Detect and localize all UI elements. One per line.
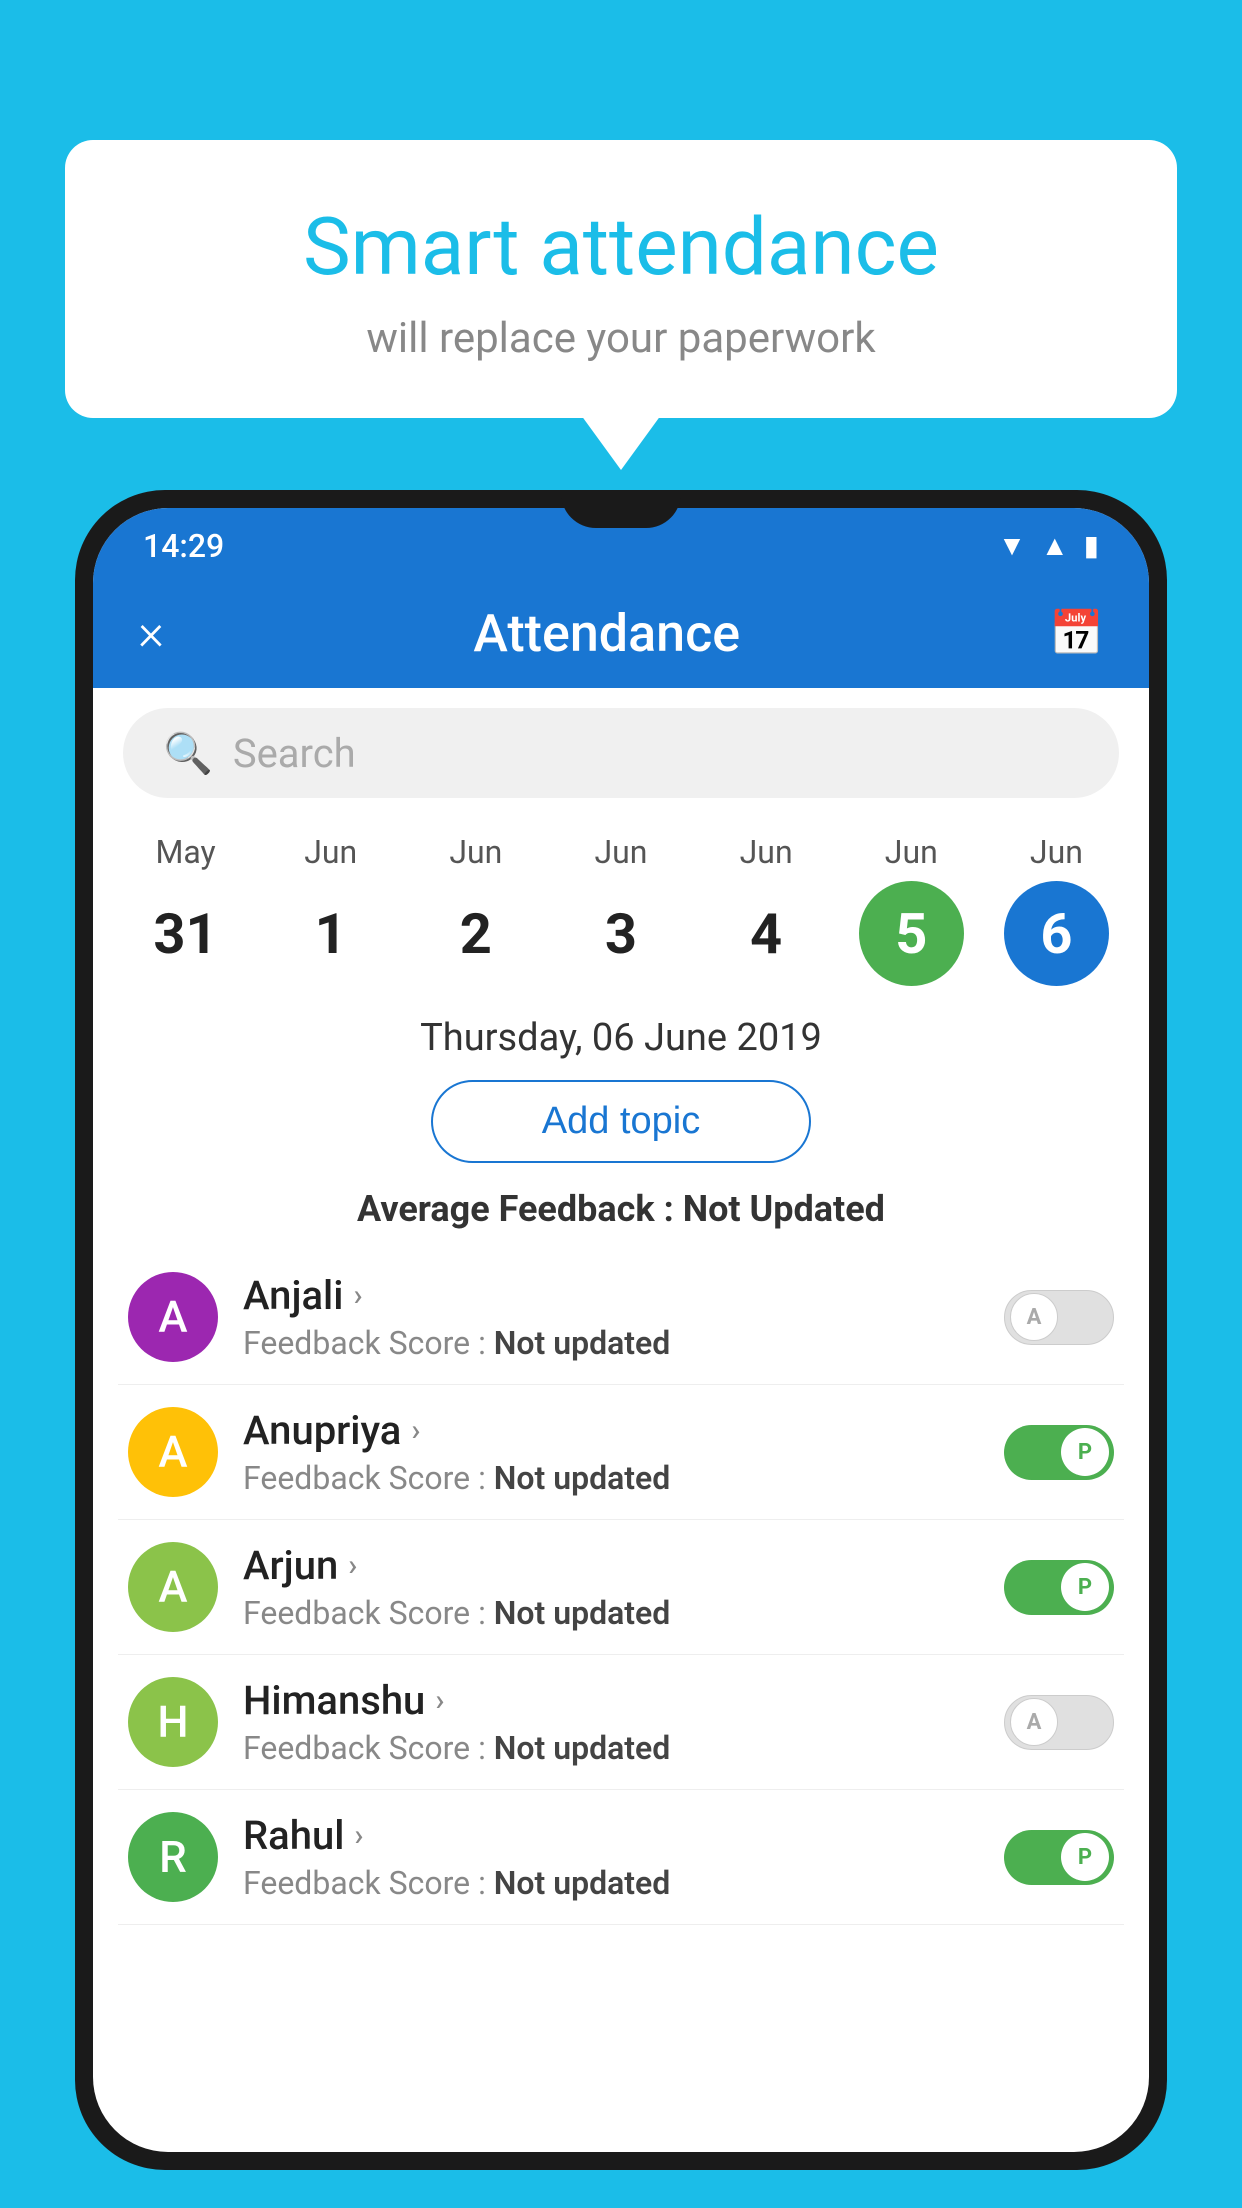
bubble-title: Smart attendance: [125, 200, 1117, 294]
cal-month-label: May: [155, 833, 215, 871]
attendance-toggle[interactable]: P: [1004, 1830, 1114, 1885]
avg-feedback-label: Average Feedback :: [357, 1188, 683, 1230]
student-feedback: Feedback Score : Not updated: [243, 1864, 1004, 1902]
calendar-day-4[interactable]: Jun 4: [701, 833, 831, 986]
feedback-value: Not updated: [494, 1324, 671, 1362]
feedback-value: Not updated: [494, 1459, 671, 1497]
add-topic-button[interactable]: Add topic: [431, 1080, 811, 1163]
chevron-right-icon: ›: [435, 1683, 444, 1718]
student-item-2[interactable]: A Arjun › Feedback Score : Not updated P: [118, 1520, 1124, 1655]
phone-container: 14:29 ▼ ▲ ▮ × Attendance 📅 🔍 Search Ma: [75, 490, 1167, 2208]
status-time: 14:29: [143, 527, 224, 565]
attendance-toggle[interactable]: A: [1004, 1695, 1114, 1750]
app-bar-title: Attendance: [473, 603, 740, 664]
cal-month-label: Jun: [449, 833, 502, 871]
signal-icon: ▲: [1041, 529, 1069, 562]
student-name: Anjali ›: [243, 1272, 1004, 1319]
calendar-icon[interactable]: 📅: [1049, 607, 1104, 659]
calendar-day-1[interactable]: Jun 1: [266, 833, 396, 986]
phone-inner: 14:29 ▼ ▲ ▮ × Attendance 📅 🔍 Search Ma: [93, 508, 1149, 2152]
feedback-value: Not updated: [494, 1594, 671, 1632]
toggle-switch[interactable]: P: [1004, 1830, 1114, 1885]
phone-notch: [561, 490, 681, 528]
calendar-day-5[interactable]: Jun 5: [846, 833, 976, 986]
student-avatar: A: [128, 1272, 218, 1362]
toggle-thumb: A: [1010, 1293, 1058, 1341]
cal-month-label: Jun: [595, 833, 648, 871]
cal-month-label: Jun: [1030, 833, 1083, 871]
student-feedback: Feedback Score : Not updated: [243, 1594, 1004, 1632]
search-bar[interactable]: 🔍 Search: [123, 708, 1119, 798]
search-placeholder: Search: [233, 730, 356, 777]
cal-date-number: 5: [859, 881, 964, 986]
bubble-subtitle: will replace your paperwork: [125, 314, 1117, 363]
cal-date-number: 2: [423, 881, 528, 986]
cal-date-number: 1: [278, 881, 383, 986]
cal-date-number: 6: [1004, 881, 1109, 986]
battery-icon: ▮: [1084, 529, 1099, 562]
calendar-day-3[interactable]: Jun 3: [556, 833, 686, 986]
toggle-switch[interactable]: P: [1004, 1425, 1114, 1480]
close-button[interactable]: ×: [138, 604, 164, 662]
toggle-switch[interactable]: A: [1004, 1290, 1114, 1345]
student-name: Arjun ›: [243, 1542, 1004, 1589]
toggle-switch[interactable]: P: [1004, 1560, 1114, 1615]
feedback-value: Not updated: [494, 1864, 671, 1902]
student-feedback: Feedback Score : Not updated: [243, 1324, 1004, 1362]
student-info: Anjali › Feedback Score : Not updated: [243, 1272, 1004, 1362]
attendance-toggle[interactable]: P: [1004, 1560, 1114, 1615]
toggle-thumb: A: [1010, 1698, 1058, 1746]
student-item-0[interactable]: AAnjali ›Feedback Score : Not updatedA: [118, 1250, 1124, 1385]
feedback-value: Not updated: [494, 1729, 671, 1767]
student-avatar: A: [128, 1542, 218, 1632]
student-item-4[interactable]: R Rahul › Feedback Score : Not updated P: [118, 1790, 1124, 1925]
cal-month-label: Jun: [304, 833, 357, 871]
chevron-right-icon: ›: [353, 1278, 362, 1313]
student-name: Rahul ›: [243, 1812, 1004, 1859]
student-item-3[interactable]: H Himanshu › Feedback Score : Not updatedA: [118, 1655, 1124, 1790]
toggle-thumb: P: [1061, 1428, 1109, 1476]
student-list: AAnjali ›Feedback Score : Not updatedAAA…: [93, 1250, 1149, 1925]
wifi-icon: ▼: [998, 529, 1026, 562]
status-icons: ▼ ▲ ▮: [998, 529, 1099, 562]
selected-date-label: Thursday, 06 June 2019: [93, 1016, 1149, 1060]
toggle-switch[interactable]: A: [1004, 1695, 1114, 1750]
student-info: Himanshu › Feedback Score : Not updated: [243, 1677, 1004, 1767]
speech-bubble-container: Smart attendance will replace your paper…: [65, 140, 1177, 418]
attendance-toggle[interactable]: A: [1004, 1290, 1114, 1345]
chevron-right-icon: ›: [354, 1818, 363, 1853]
average-feedback: Average Feedback : Not Updated: [93, 1188, 1149, 1230]
cal-month-label: Jun: [885, 833, 938, 871]
toggle-thumb: P: [1061, 1563, 1109, 1611]
speech-bubble: Smart attendance will replace your paper…: [65, 140, 1177, 418]
student-info: Anupriya › Feedback Score : Not updated: [243, 1407, 1004, 1497]
calendar-day-0[interactable]: May 31: [121, 833, 251, 986]
student-name: Himanshu ›: [243, 1677, 1004, 1724]
student-avatar: A: [128, 1407, 218, 1497]
student-feedback: Feedback Score : Not updated: [243, 1459, 1004, 1497]
student-avatar: H: [128, 1677, 218, 1767]
chevron-right-icon: ›: [348, 1548, 357, 1583]
search-icon: 🔍: [163, 730, 213, 777]
student-info: Rahul › Feedback Score : Not updated: [243, 1812, 1004, 1902]
chevron-right-icon: ›: [411, 1413, 420, 1448]
app-bar: × Attendance 📅: [93, 578, 1149, 688]
cal-date-number: 3: [568, 881, 673, 986]
student-item-1[interactable]: A Anupriya › Feedback Score : Not updated P: [118, 1385, 1124, 1520]
cal-date-number: 4: [714, 881, 819, 986]
phone-outer: 14:29 ▼ ▲ ▮ × Attendance 📅 🔍 Search Ma: [75, 490, 1167, 2170]
calendar-day-6[interactable]: Jun 6: [991, 833, 1121, 986]
toggle-thumb: P: [1061, 1833, 1109, 1881]
cal-month-label: Jun: [740, 833, 793, 871]
student-name: Anupriya ›: [243, 1407, 1004, 1454]
calendar-strip: May 31 Jun 1 Jun 2 Jun 3 Jun 4 Jun 5 Jun 6: [93, 818, 1149, 991]
student-info: Arjun › Feedback Score : Not updated: [243, 1542, 1004, 1632]
student-avatar: R: [128, 1812, 218, 1902]
student-feedback: Feedback Score : Not updated: [243, 1729, 1004, 1767]
calendar-day-2[interactable]: Jun 2: [411, 833, 541, 986]
attendance-toggle[interactable]: P: [1004, 1425, 1114, 1480]
avg-feedback-value: Not Updated: [683, 1188, 885, 1230]
cal-date-number: 31: [133, 881, 238, 986]
